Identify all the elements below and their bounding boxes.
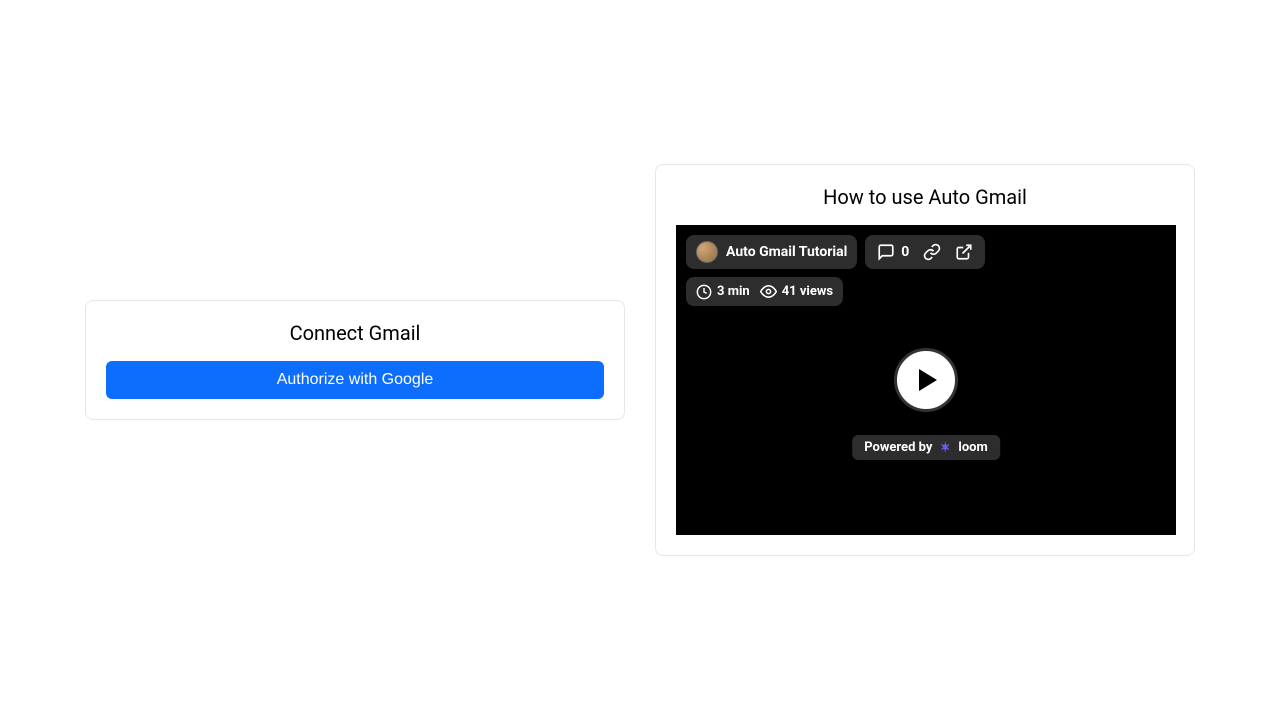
link-icon bbox=[923, 243, 941, 261]
views-text: 41 views bbox=[782, 284, 833, 299]
powered-by-brand: loom bbox=[958, 440, 987, 455]
overlay-row-1: Auto Gmail Tutorial 0 bbox=[686, 235, 985, 269]
play-button[interactable] bbox=[894, 348, 958, 412]
duration-text: 3 min bbox=[717, 284, 750, 299]
tutorial-title: How to use Auto Gmail bbox=[676, 185, 1174, 209]
duration-stat: 3 min bbox=[696, 284, 750, 300]
play-icon bbox=[919, 369, 937, 391]
powered-by-prefix: Powered by bbox=[864, 440, 932, 455]
tutorial-card: How to use Auto Gmail Auto Gmail Tutoria… bbox=[655, 164, 1195, 556]
views-stat: 41 views bbox=[760, 283, 833, 300]
comments-count: 0 bbox=[901, 244, 909, 260]
connect-gmail-card: Connect Gmail Authorize with Google bbox=[85, 300, 625, 420]
connect-title: Connect Gmail bbox=[106, 321, 604, 345]
comment-icon bbox=[877, 243, 895, 261]
eye-icon bbox=[760, 283, 777, 300]
clock-icon bbox=[696, 284, 712, 300]
video-overlay: Auto Gmail Tutorial 0 bbox=[686, 235, 985, 306]
video-player[interactable]: Auto Gmail Tutorial 0 bbox=[676, 225, 1176, 535]
loom-logo-icon bbox=[938, 440, 952, 454]
authorize-google-button[interactable]: Authorize with Google bbox=[106, 361, 604, 399]
video-title-text: Auto Gmail Tutorial bbox=[726, 244, 847, 260]
comments-button[interactable]: 0 bbox=[877, 243, 909, 261]
avatar bbox=[696, 241, 718, 263]
copy-link-button[interactable] bbox=[923, 243, 941, 261]
powered-by-badge[interactable]: Powered by loom bbox=[852, 435, 1000, 460]
video-actions-pill: 0 bbox=[865, 235, 985, 269]
open-external-button[interactable] bbox=[955, 243, 973, 261]
video-title-pill[interactable]: Auto Gmail Tutorial bbox=[686, 235, 857, 269]
video-stats-pill: 3 min 41 views bbox=[686, 277, 843, 306]
external-link-icon bbox=[955, 243, 973, 261]
